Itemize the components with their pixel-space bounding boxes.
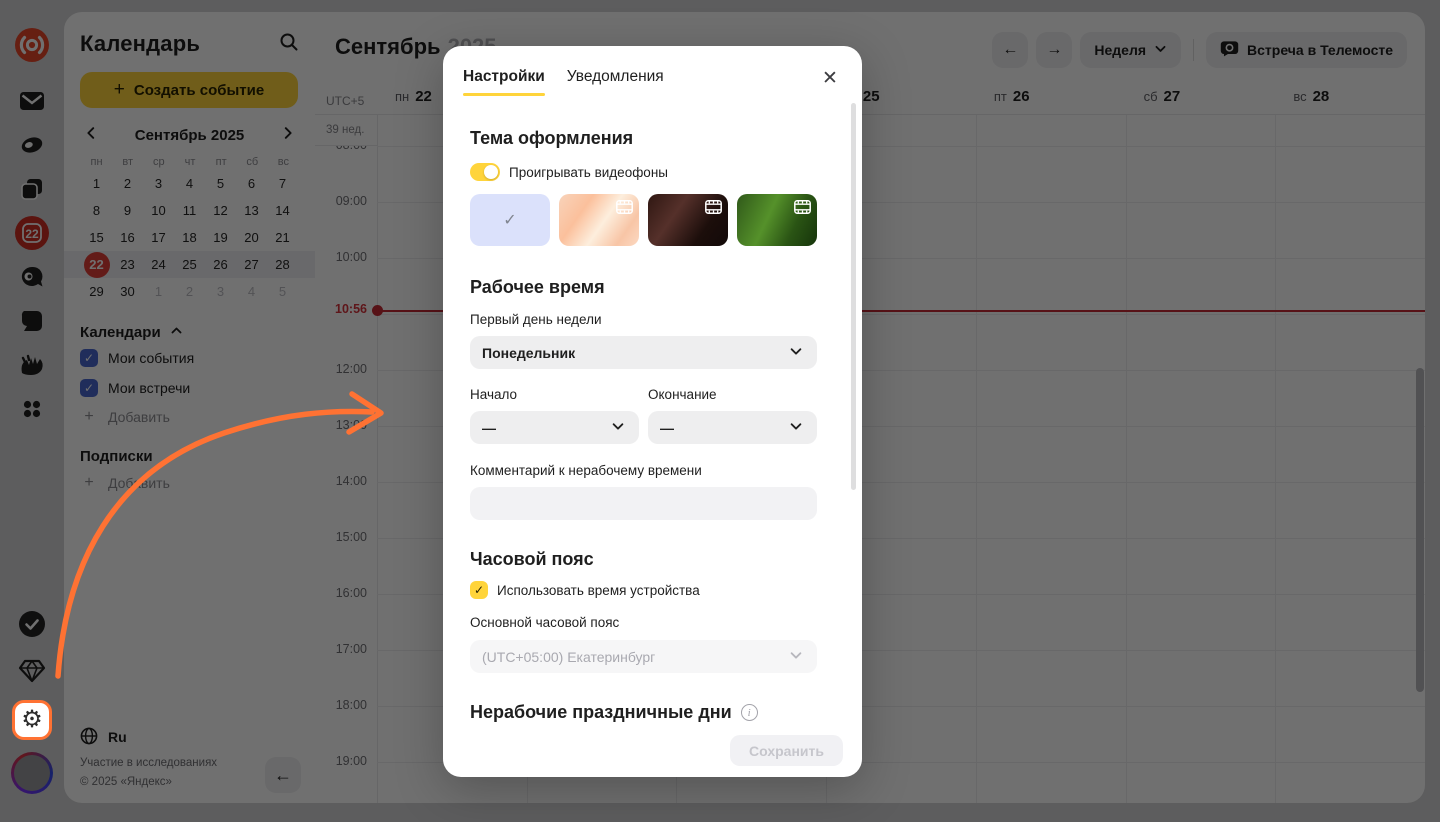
close-icon[interactable]: ✕ — [818, 66, 842, 90]
first-day-select[interactable]: Понедельник — [470, 336, 817, 369]
start-label: Начало — [470, 387, 517, 402]
theme-grass-video[interactable] — [737, 194, 817, 246]
info-icon[interactable]: i — [741, 704, 758, 721]
settings-modal: Настройки Уведомления ✕ Тема оформления … — [443, 46, 862, 777]
theme-peach-video[interactable] — [559, 194, 639, 246]
film-icon — [794, 200, 811, 219]
theme-section-title: Тема оформления — [470, 128, 633, 149]
device-time-label: Использовать время устройства — [497, 583, 700, 598]
main-timezone-label: Основной часовой пояс — [470, 615, 619, 630]
film-icon — [616, 200, 633, 219]
worktime-section-title: Рабочее время — [470, 277, 605, 298]
modal-scrollbar[interactable] — [851, 103, 856, 490]
comment-input[interactable] — [470, 487, 817, 520]
chevron-down-icon — [789, 419, 803, 436]
selected-check-icon: ✓ — [503, 210, 516, 230]
tab-settings[interactable]: Настройки — [463, 68, 545, 96]
first-day-label: Первый день недели — [470, 312, 602, 327]
film-icon — [705, 200, 722, 219]
settings-gear-button[interactable]: ⚙ — [12, 700, 52, 740]
end-time-select[interactable]: — — [648, 411, 817, 444]
start-time-select[interactable]: — — [470, 411, 639, 444]
videobg-toggle[interactable] — [470, 163, 500, 181]
comment-label: Комментарий к нерабочему времени — [470, 463, 702, 478]
gear-icon: ⚙ — [21, 708, 43, 732]
videobg-toggle-label: Проигрывать видеофоны — [509, 165, 668, 180]
chevron-down-icon — [611, 419, 625, 436]
chevron-down-icon — [789, 648, 803, 665]
save-button[interactable]: Сохранить — [730, 735, 843, 766]
end-label: Окончание — [648, 387, 717, 402]
toggle-knob — [484, 165, 498, 179]
chevron-down-icon — [789, 344, 803, 361]
main-timezone-select: (UTC+05:00) Екатеринбург — [470, 640, 817, 673]
tab-notifications[interactable]: Уведомления — [567, 68, 664, 96]
modal-tabs: Настройки Уведомления — [463, 68, 664, 96]
holidays-section-title: Нерабочие праздничные дни — [470, 702, 732, 723]
timezone-section-title: Часовой пояс — [470, 549, 594, 570]
device-time-checkbox[interactable]: ✓ — [470, 581, 488, 599]
theme-default-selected[interactable]: ✓ — [470, 194, 550, 246]
theme-dark-video[interactable] — [648, 194, 728, 246]
theme-cards: ✓ — [470, 194, 817, 246]
